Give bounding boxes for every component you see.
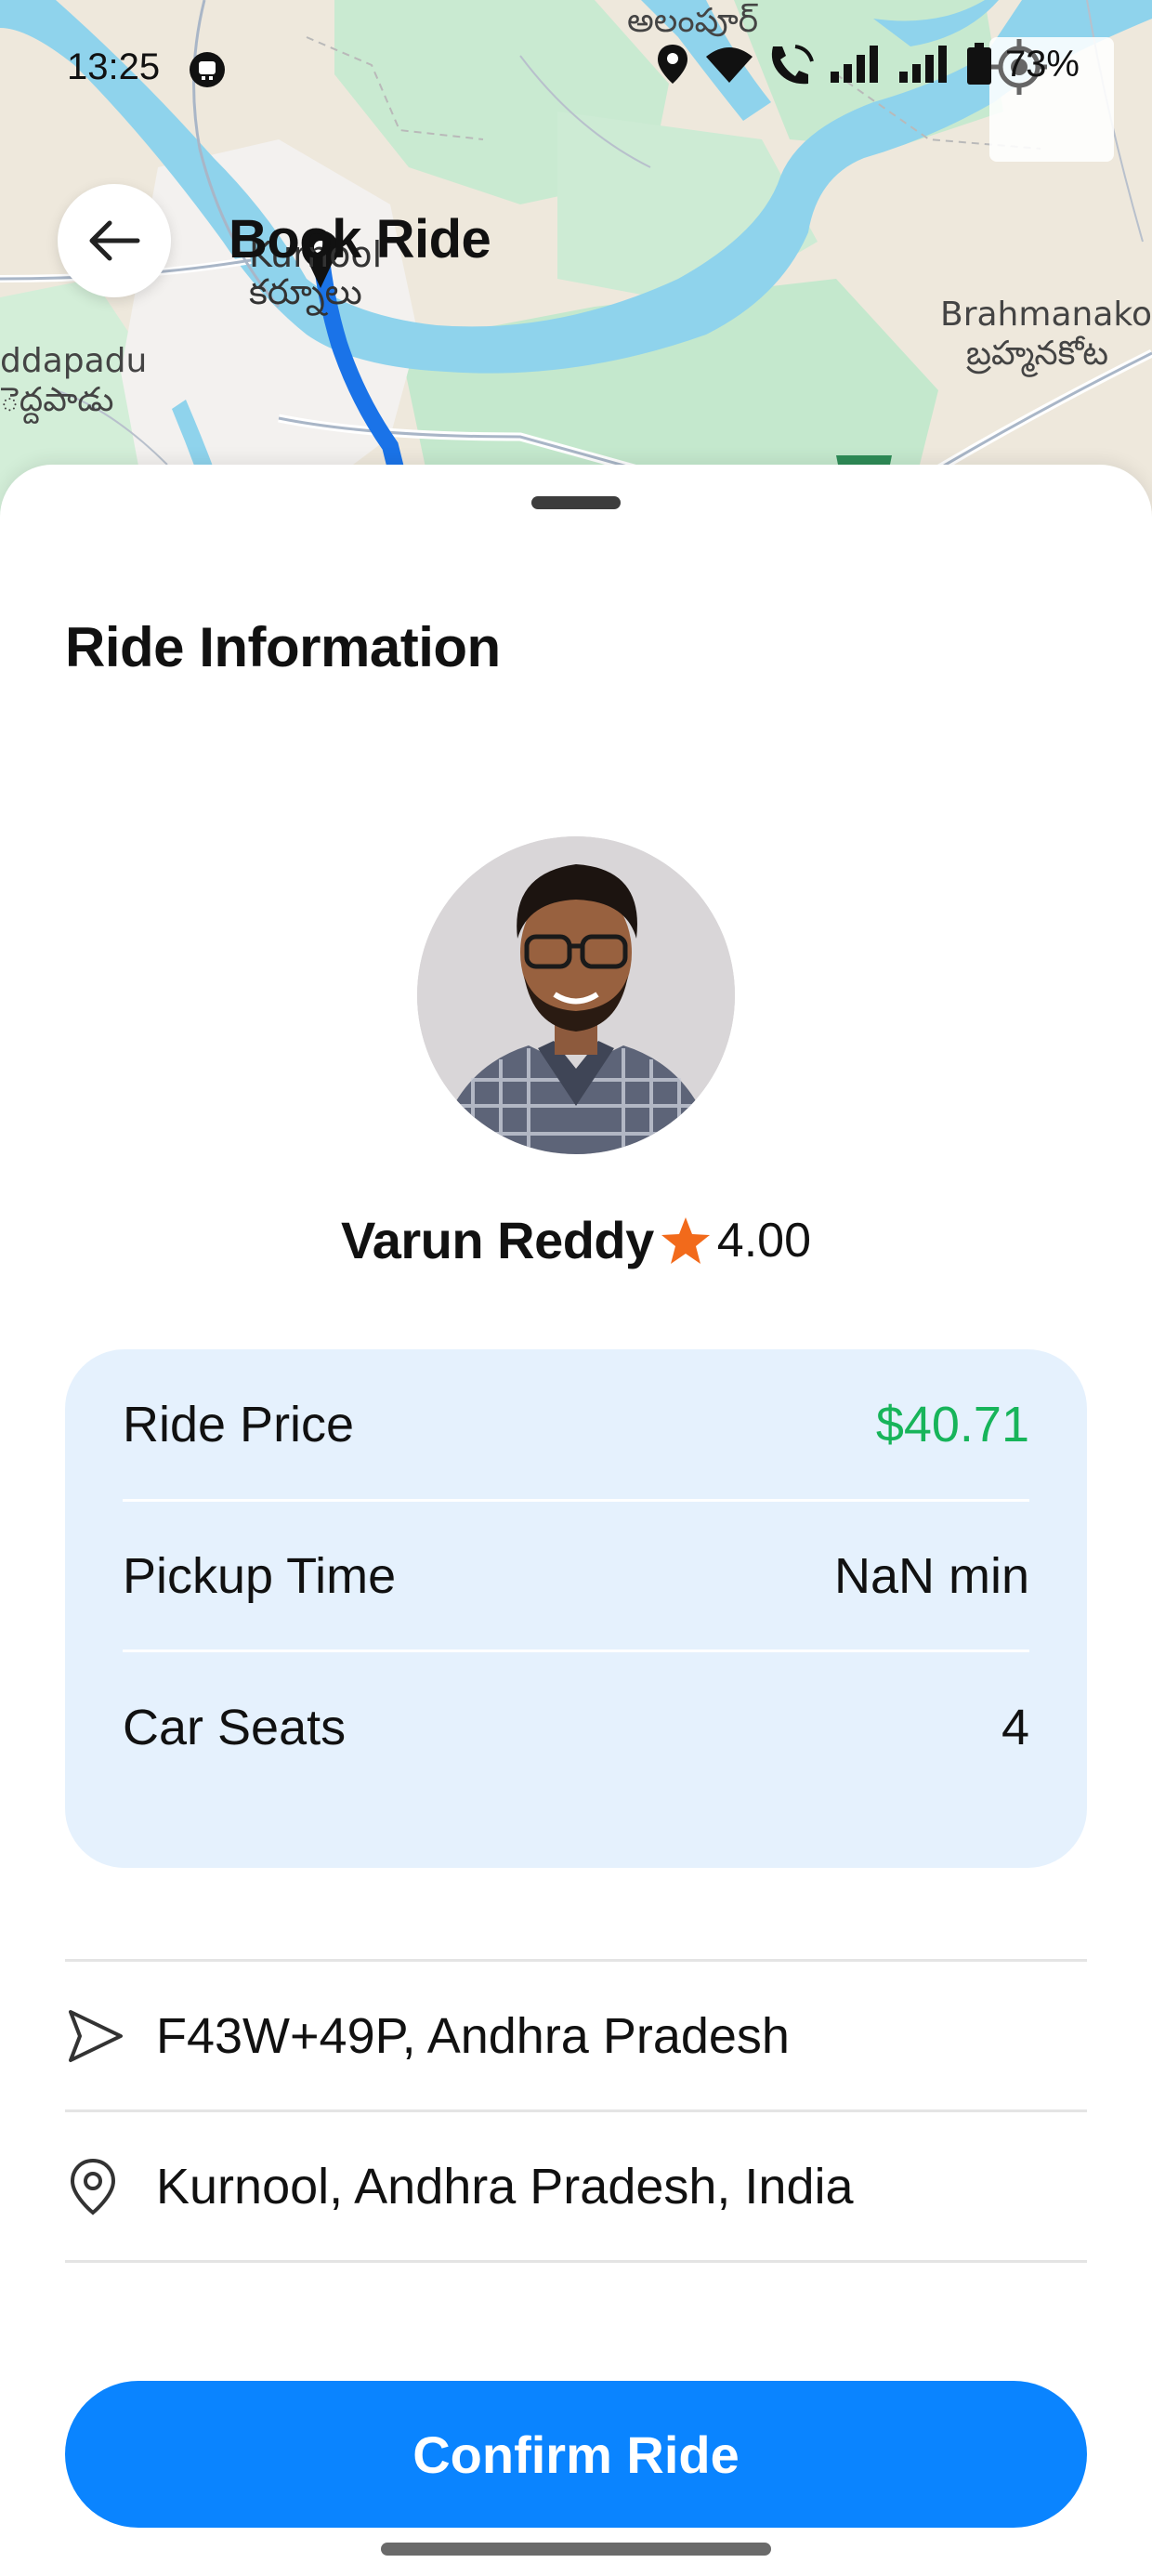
car-seats-label: Car Seats — [123, 1700, 347, 1755]
destination-address-row: Kurnool, Andhra Pradesh, India — [65, 2112, 1087, 2263]
status-time: 13:25 — [67, 46, 161, 87]
driver-avatar — [417, 836, 735, 1154]
navigation-arrow-icon — [65, 2008, 143, 2064]
map-label-kurnool-te: కర్నూలు — [249, 271, 362, 312]
map-label-peddapadu: ddapadu — [0, 342, 148, 380]
signal-icon-2 — [898, 46, 947, 83]
confirm-ride-button[interactable]: Confirm Ride — [65, 2381, 1087, 2528]
ride-price-label: Ride Price — [123, 1396, 355, 1452]
battery-icon — [966, 43, 991, 85]
battery-percent: 73% — [1004, 43, 1080, 85]
page-title: Book Ride — [229, 209, 491, 269]
ride-info-sheet: Ride Information Varun Reddy 4.00 Ride P… — [0, 465, 1152, 2576]
car-seats-row: Car Seats 4 — [123, 1652, 1029, 1803]
pickup-address-row: F43W+49P, Andhra Pradesh — [65, 1962, 1087, 2112]
ride-price-value: $40.71 — [875, 1396, 1029, 1452]
driver-name: Varun Reddy — [340, 1211, 654, 1269]
wifi-icon — [705, 47, 753, 83]
signal-icon-1 — [830, 46, 878, 83]
home-indicator — [381, 2543, 771, 2556]
driver-photo — [417, 836, 735, 1154]
section-title: Ride Information — [65, 616, 501, 678]
driver-info: Varun Reddy 4.00 — [0, 1210, 1152, 1270]
pickup-address: F43W+49P, Andhra Pradesh — [156, 2007, 790, 2064]
map-pin-icon — [65, 2157, 143, 2216]
map-label-peddapadu-te: ెద్దపాడు — [0, 381, 114, 419]
sheet-drag-handle[interactable] — [531, 496, 621, 509]
back-button[interactable] — [58, 184, 171, 297]
ride-details-card: Ride Price $40.71 Pickup Time NaN min Ca… — [65, 1349, 1087, 1868]
arrow-left-icon — [89, 220, 140, 261]
pickup-time-label: Pickup Time — [123, 1547, 397, 1604]
app-notification-icon — [190, 52, 225, 87]
location-icon — [657, 45, 687, 84]
status-bar: 13:25 73% — [0, 0, 1152, 139]
pickup-time-row: Pickup Time NaN min — [123, 1502, 1029, 1652]
map-label-brahmanakotkur: Brahmanako — [940, 296, 1152, 334]
car-seats-value: 4 — [1001, 1700, 1029, 1755]
destination-address: Kurnool, Andhra Pradesh, India — [156, 2158, 854, 2215]
status-icons: 73% — [654, 43, 1080, 85]
pickup-time-value: NaN min — [833, 1547, 1029, 1604]
address-list: F43W+49P, Andhra Pradesh Kurnool, Andhra… — [65, 1959, 1087, 2263]
wifi-calling-icon — [771, 45, 814, 85]
map-label-brahmanakotkur-te: బ్రహ్మనకోట — [966, 335, 1109, 373]
star-icon — [661, 1216, 710, 1264]
driver-rating: 4.00 — [716, 1213, 812, 1268]
ride-price-row: Ride Price $40.71 — [123, 1349, 1029, 1502]
